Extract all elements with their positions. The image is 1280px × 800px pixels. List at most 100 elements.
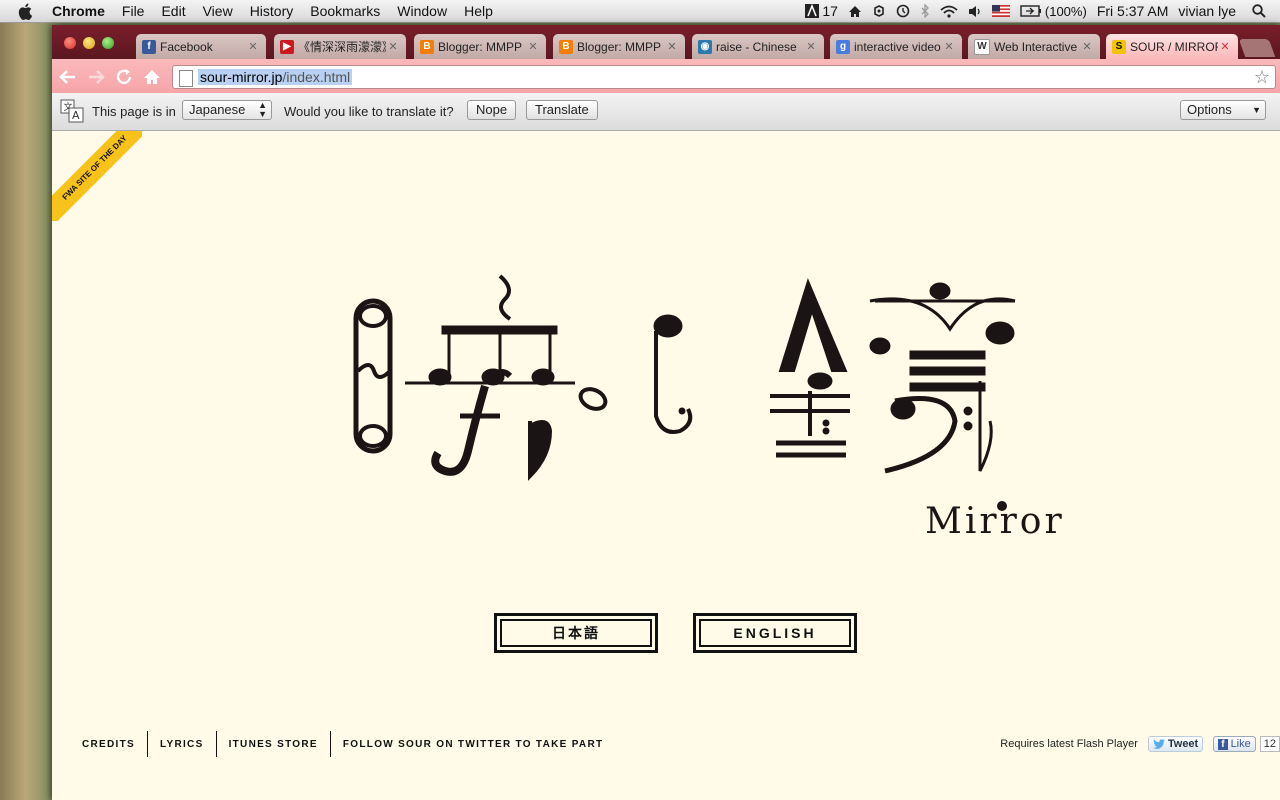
zoom-window-icon[interactable] (102, 37, 114, 49)
forward-arrow-icon[interactable] (86, 67, 106, 87)
menu-window[interactable]: Window (397, 3, 447, 19)
tab-title: SOUR / MIRROR (1130, 39, 1218, 54)
time-machine-icon[interactable] (896, 4, 910, 18)
lyrics-link[interactable]: LYRICS (148, 731, 217, 757)
select-arrows-icon: ▲ ▼ (258, 100, 267, 119)
close-tab-icon[interactable]: ✕ (526, 40, 540, 53)
tab-title: Web Interactive (994, 39, 1078, 54)
adobe-count: 17 (822, 3, 838, 19)
tab-title: interactive video (854, 39, 941, 54)
tab-strip: f Facebook ✕ ▶ 《情深深雨濛濛》 ✕ B Blogger: MMP… (52, 25, 1280, 59)
tab-blogger-1[interactable]: B Blogger: MMPP ✕ (414, 34, 546, 59)
logo-glyph-2 (405, 274, 608, 481)
google-icon: g (836, 39, 850, 54)
close-tab-icon[interactable]: ✕ (942, 40, 956, 53)
wikipedia-icon: W (974, 38, 990, 55)
close-tab-icon[interactable]: ✕ (1218, 40, 1232, 53)
footer-nav: CREDITS LYRICS ITUNES STORE FOLLOW SOUR … (82, 731, 615, 757)
clock[interactable]: Fri 5:37 AM (1097, 3, 1169, 19)
japanese-button[interactable]: 日本語 (494, 613, 658, 653)
logo-glyph-1 (353, 298, 393, 454)
logo-glyph-4 (770, 278, 850, 458)
tab-raise-chinese[interactable]: ◉ raise - Chinese ✕ (692, 34, 824, 59)
translate-button[interactable]: Translate (526, 100, 598, 120)
like-count: 12 (1259, 736, 1280, 752)
close-tab-icon[interactable]: ✕ (665, 40, 679, 53)
page-icon (179, 70, 193, 87)
sour-mirror-logo: Mirror (353, 274, 1062, 542)
speech-bubble-icon: ◉ (698, 39, 712, 54)
options-label: Options (1187, 102, 1232, 117)
nope-button[interactable]: Nope (467, 100, 517, 120)
wifi-icon[interactable] (940, 5, 958, 18)
tab-web-interactive[interactable]: W Web Interactive ✕ (968, 34, 1100, 59)
minimize-window-icon[interactable] (83, 37, 95, 49)
reload-icon[interactable] (114, 67, 134, 87)
close-tab-icon[interactable]: ✕ (1080, 40, 1094, 53)
close-tab-icon[interactable]: ✕ (246, 40, 260, 53)
menu-bookmarks[interactable]: Bookmarks (310, 3, 380, 19)
tweet-button[interactable]: Tweet (1147, 736, 1204, 752)
chevron-down-icon: ▼ (1252, 105, 1261, 115)
twitter-bird-icon (1152, 739, 1165, 749)
tab-facebook[interactable]: f Facebook ✕ (136, 34, 266, 59)
tab-blogger-2[interactable]: B Blogger: MMPP ✕ (553, 34, 685, 59)
home-button-icon[interactable] (142, 67, 162, 87)
page-content: FWA SITE OF THE DAY Mirror 日本語 ENGLISH C… (52, 131, 1280, 779)
language-value: Japanese (189, 102, 246, 117)
tab-interactive-video[interactable]: g interactive video ✕ (830, 34, 962, 59)
bookmark-star-icon[interactable]: ☆ (1254, 67, 1270, 88)
logo-glyph-3 (653, 314, 693, 434)
menu-help[interactable]: Help (464, 3, 493, 19)
back-arrow-icon[interactable] (58, 67, 78, 87)
us-flag-icon[interactable] (991, 5, 1010, 17)
twitter-follow-link[interactable]: FOLLOW SOUR ON TWITTER TO TAKE PART (331, 731, 615, 757)
facebook-like-icon: f (1218, 738, 1228, 750)
tab-sour-mirror[interactable]: S SOUR / MIRROR ✕ (1106, 34, 1238, 59)
url-path: /index.html (282, 69, 351, 85)
translate-question: Would you like to translate it? (284, 104, 454, 119)
english-button-label: ENGLISH (699, 619, 851, 647)
menu-history[interactable]: History (250, 3, 294, 19)
menu-file[interactable]: File (122, 3, 145, 19)
close-tab-icon[interactable]: ✕ (386, 40, 400, 53)
mac-menubar: Chrome File Edit View History Bookmarks … (0, 0, 1280, 23)
dropbox-icon[interactable] (872, 4, 886, 18)
options-select[interactable]: Options ▼ (1180, 100, 1266, 120)
menu-view[interactable]: View (203, 3, 233, 19)
tab-title: raise - Chinese (716, 39, 797, 54)
flash-note[interactable]: Requires latest Flash Player (1000, 738, 1138, 750)
home-icon[interactable] (848, 5, 862, 18)
address-bar[interactable]: sour-mirror.jp/index.html ☆ (172, 65, 1276, 89)
translate-prefix: This page is in (92, 104, 176, 119)
battery-icon[interactable]: (100%) (1020, 4, 1087, 19)
social-bar: Requires latest Flash Player Tweet f Lik… (1000, 731, 1280, 757)
like-button[interactable]: f Like (1213, 736, 1256, 752)
url-text[interactable]: sour-mirror.jp/index.html (198, 69, 353, 85)
close-window-icon[interactable] (64, 37, 76, 49)
credits-link[interactable]: CREDITS (82, 731, 148, 757)
window-controls (64, 37, 114, 49)
volume-icon[interactable] (968, 5, 982, 18)
sour-icon: S (1112, 39, 1126, 54)
menu-app-name[interactable]: Chrome (52, 3, 105, 19)
fwa-ribbon[interactable]: FWA SITE OF THE DAY (52, 131, 142, 221)
bluetooth-icon[interactable] (920, 4, 930, 18)
itunes-store-link[interactable]: ITUNES STORE (217, 731, 331, 757)
tab-youtube[interactable]: ▶ 《情深深雨濛濛》 ✕ (274, 34, 406, 59)
spotlight-icon[interactable] (1252, 4, 1266, 18)
youtube-icon: ▶ (280, 39, 294, 54)
blogger-icon: B (420, 39, 434, 54)
adobe-updater-icon[interactable]: 17 (805, 3, 838, 19)
browser-toolbar: sour-mirror.jp/index.html ☆ (52, 59, 1280, 93)
tab-title: 《情深深雨濛濛》 (298, 40, 386, 54)
menu-edit[interactable]: Edit (161, 3, 185, 19)
close-tab-icon[interactable]: ✕ (804, 40, 818, 53)
blogger-icon: B (559, 39, 573, 54)
language-select[interactable]: Japanese ▲ ▼ (182, 100, 272, 120)
apple-icon[interactable] (16, 2, 34, 20)
fwa-ribbon-text: FWA SITE OF THE DAY (52, 131, 142, 221)
new-tab-button[interactable] (1238, 39, 1276, 57)
english-button[interactable]: ENGLISH (693, 613, 857, 653)
user-name[interactable]: vivian lye (1178, 3, 1236, 19)
